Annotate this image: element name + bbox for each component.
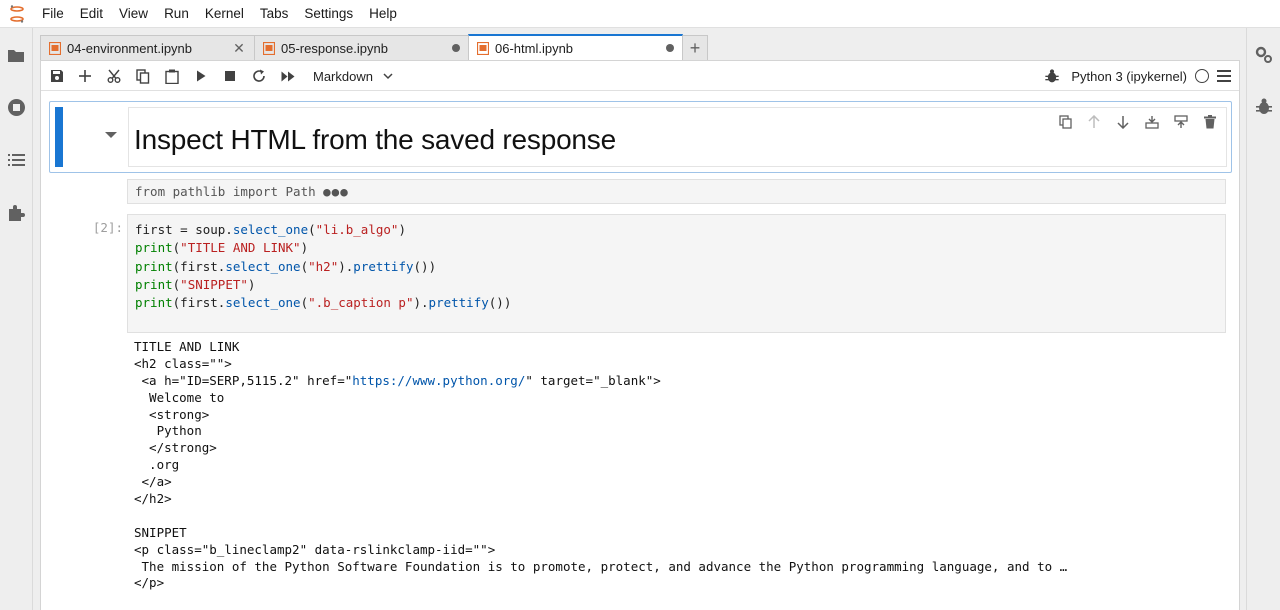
stop-icon[interactable] — [220, 66, 240, 86]
debugger-toggle-icon[interactable] — [1045, 68, 1060, 84]
code-line: print(first.select_one("h2").prettify()) — [135, 258, 437, 274]
notebook-cells: Inspect HTML from the saved response fro… — [41, 92, 1239, 610]
right-sidebar — [1246, 28, 1280, 610]
notebook-icon — [477, 41, 489, 55]
insert-above-icon[interactable] — [1142, 112, 1162, 132]
new-tab-button[interactable]: + — [682, 35, 708, 60]
run-icon[interactable] — [191, 66, 211, 86]
output-line: <a h="ID=SERP,5115.2" href="https://www.… — [134, 372, 661, 388]
close-icon[interactable]: ✕ — [232, 40, 246, 56]
copy-icon[interactable] — [133, 66, 153, 86]
output-line: The mission of the Python Software Found… — [134, 558, 1068, 574]
running-icon[interactable] — [5, 96, 27, 118]
tab-05-response[interactable]: 05-response.ipynb — [254, 35, 469, 60]
collapsed-code-cell[interactable]: from pathlib import Path ●●● — [127, 179, 1226, 204]
menu-icon[interactable] — [1217, 70, 1231, 82]
tab-label: 06-html.ipynb — [495, 40, 574, 56]
kernel-idle-icon — [1195, 69, 1209, 83]
duplicate-icon[interactable] — [1055, 112, 1075, 132]
menu-bar: File Edit View Run Kernel Tabs Settings Help — [0, 0, 1280, 28]
move-down-icon[interactable] — [1113, 112, 1133, 132]
menu-tabs[interactable]: Tabs — [252, 0, 297, 28]
save-icon[interactable] — [47, 66, 67, 86]
notebook-icon — [263, 41, 275, 55]
left-sidebar — [0, 28, 33, 610]
output-line: </h2> — [134, 491, 172, 507]
delete-icon[interactable] — [1200, 112, 1220, 132]
code-lines: first = soup.select_one("li.b_algo")prin… — [135, 221, 511, 312]
code-line: print("TITLE AND LINK") — [135, 240, 309, 256]
property-inspector-icon[interactable] — [1253, 44, 1275, 66]
expand-ellipsis-icon[interactable]: ●●● — [323, 184, 349, 199]
paste-icon[interactable] — [162, 66, 182, 86]
menu-file[interactable]: File — [34, 0, 72, 28]
menu-settings[interactable]: Settings — [296, 0, 361, 28]
insert-below-icon[interactable] — [1171, 112, 1191, 132]
notebook-toolbar: Markdown Python 3 (ipykernel) — [41, 61, 1239, 91]
fast-forward-icon[interactable] — [278, 66, 298, 86]
extension-icon[interactable] — [5, 202, 27, 224]
menu-kernel[interactable]: Kernel — [197, 0, 252, 28]
notebook-panel: Markdown Python 3 (ipykernel) Inspect HT… — [40, 60, 1240, 610]
document-tab-bar: 04-environment.ipynb ✕ 05-response.ipynb… — [40, 34, 1240, 60]
output-line: Welcome to — [134, 389, 225, 405]
output-line: <p class="b_lineclamp2" data-rslinkclamp… — [134, 541, 496, 557]
output-line: </strong> — [134, 440, 217, 456]
menu-edit[interactable]: Edit — [72, 0, 111, 28]
code-line: print("SNIPPET") — [135, 276, 256, 292]
chevron-down-icon — [383, 72, 393, 79]
add-icon[interactable] — [75, 66, 95, 86]
cell-type-label: Markdown — [313, 68, 373, 84]
cell-output: TITLE AND LINK <h2 class=""> <a h="ID=SER… — [134, 339, 1067, 592]
kernel-name[interactable]: Python 3 (ipykernel) — [1071, 69, 1187, 84]
restart-icon[interactable] — [249, 66, 269, 86]
output-line: .org — [134, 457, 180, 473]
execution-count-prompt: [2]: — [92, 220, 123, 235]
menu-run[interactable]: Run — [156, 0, 197, 28]
output-line: <h2 class=""> — [134, 355, 232, 371]
output-line: <strong> — [134, 406, 210, 422]
markdown-heading: Inspect HTML from the saved response — [134, 124, 616, 155]
markdown-cell-body[interactable]: Inspect HTML from the saved response — [128, 107, 1227, 167]
cut-icon[interactable] — [104, 66, 124, 86]
code-line: first = soup.select_one("li.b_algo") — [135, 222, 406, 237]
notebook-icon — [49, 41, 61, 55]
cell-toolbar — [1055, 112, 1220, 132]
output-line: </a> — [134, 474, 172, 490]
unsaved-dot-icon[interactable] — [452, 44, 460, 52]
cell-collapser[interactable] — [55, 107, 63, 167]
output-line: SNIPPET — [134, 524, 187, 540]
markdown-cell[interactable]: Inspect HTML from the saved response — [49, 101, 1232, 173]
tab-label: 05-response.ipynb — [281, 40, 388, 56]
output-line: </p> — [134, 575, 165, 591]
kernel-status-area: Python 3 (ipykernel) — [1045, 66, 1231, 86]
tab-label: 04-environment.ipynb — [67, 40, 193, 56]
output-line: TITLE AND LINK — [134, 339, 240, 354]
menu-help[interactable]: Help — [361, 0, 405, 28]
tab-04-environment[interactable]: 04-environment.ipynb ✕ — [40, 35, 255, 60]
jupyter-logo-icon — [0, 0, 34, 28]
collapsed-code-text: from pathlib import Path — [135, 184, 316, 199]
folder-icon[interactable] — [5, 44, 27, 66]
toc-icon[interactable] — [5, 149, 27, 171]
tab-06-html[interactable]: 06-html.ipynb — [468, 34, 683, 60]
code-line: print(first.select_one(".b_caption p").p… — [135, 295, 512, 311]
menu-view[interactable]: View — [111, 0, 156, 28]
unsaved-dot-icon[interactable] — [666, 44, 674, 52]
move-up-icon[interactable] — [1084, 112, 1104, 132]
output-line: Python — [134, 423, 202, 439]
collapse-caret-icon[interactable] — [105, 132, 117, 138]
debugger-icon[interactable] — [1253, 96, 1275, 118]
code-cell-editor[interactable]: first = soup.select_one("li.b_algo")prin… — [127, 214, 1226, 333]
cell-type-dropdown[interactable]: Markdown — [313, 67, 393, 85]
